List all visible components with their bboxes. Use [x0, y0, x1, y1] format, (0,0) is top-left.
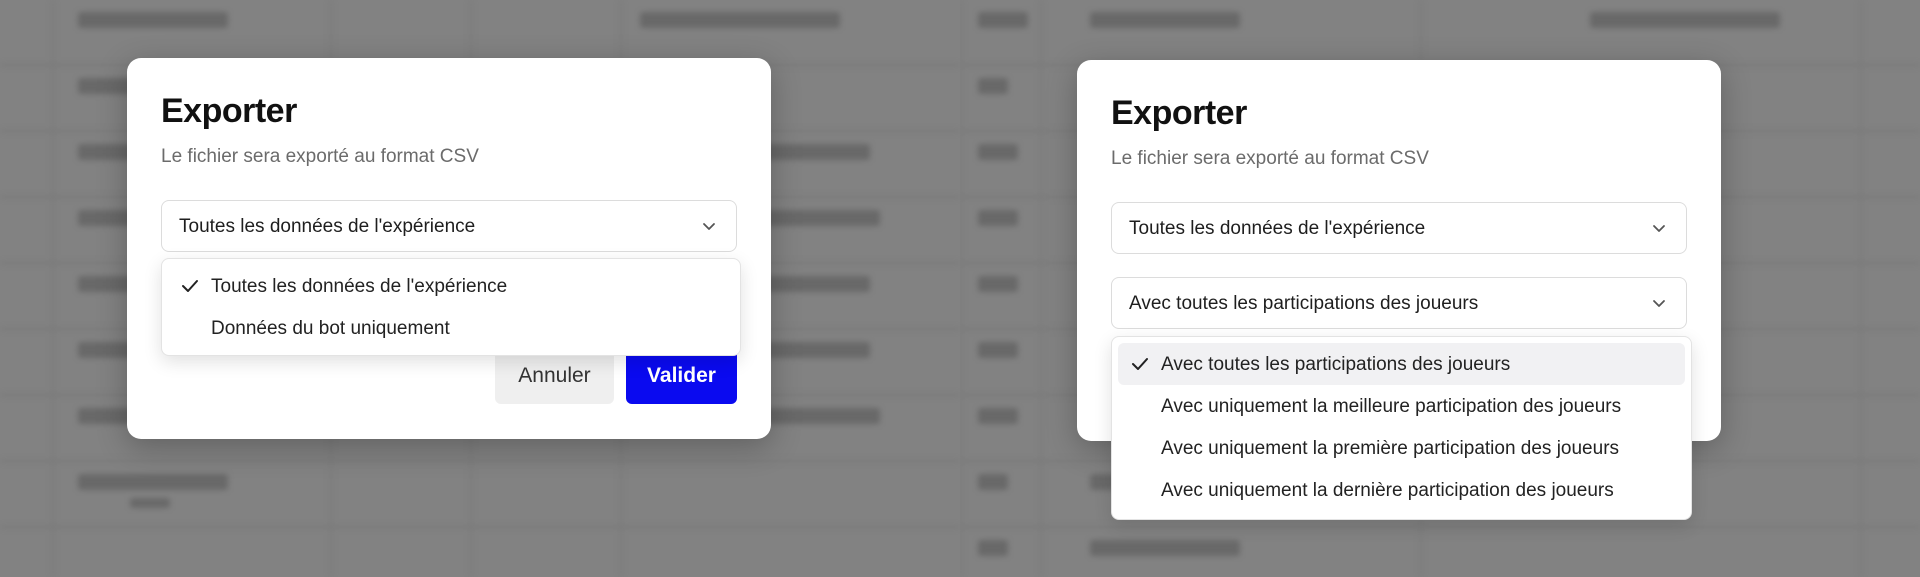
option-label: Avec uniquement la meilleure participati… [1161, 396, 1622, 417]
cancel-button[interactable]: Annuler [495, 348, 614, 404]
option-bot-data[interactable]: Données du bot uniquement [168, 307, 734, 349]
option-label: Avec toutes les participations des joueu… [1161, 354, 1511, 375]
participation-dropdown: Avec toutes les participations des joueu… [1111, 336, 1692, 520]
select-value: Toutes les données de l'expérience [1129, 218, 1426, 239]
select-value: Avec toutes les participations des joueu… [1129, 293, 1479, 314]
option-best-participation[interactable]: Avec uniquement la meilleure participati… [1118, 385, 1685, 427]
option-label: Avec uniquement la première participatio… [1161, 438, 1620, 459]
option-last-participation[interactable]: Avec uniquement la dernière participatio… [1118, 469, 1685, 511]
participation-select[interactable]: Avec toutes les participations des joueu… [1111, 277, 1687, 329]
chevron-down-icon [1653, 300, 1665, 307]
option-all-participations[interactable]: Avec toutes les participations des joueu… [1118, 343, 1685, 385]
dialog-subtitle: Le fichier sera exporté au format CSV [161, 146, 479, 167]
check-icon [1132, 358, 1148, 370]
chevron-down-icon [703, 223, 715, 230]
option-label: Avec uniquement la dernière participatio… [1161, 480, 1614, 501]
data-scope-select[interactable]: Toutes les données de l'expérience [161, 200, 737, 252]
option-label: Toutes les données de l'expérience [211, 276, 508, 297]
data-scope-dropdown: Toutes les données de l'expérience Donné… [161, 258, 741, 356]
dialog-title: Exporter [1111, 94, 1247, 132]
select-value: Toutes les données de l'expérience [179, 216, 476, 237]
option-all-data[interactable]: Toutes les données de l'expérience [168, 265, 734, 307]
dialog-subtitle: Le fichier sera exporté au format CSV [1111, 148, 1429, 169]
check-icon [182, 280, 198, 292]
option-label: Données du bot uniquement [211, 318, 450, 339]
chevron-down-icon [1653, 225, 1665, 232]
export-dialog: Exporter Le fichier sera exporté au form… [127, 58, 771, 439]
data-scope-select[interactable]: Toutes les données de l'expérience [1111, 202, 1687, 254]
validate-button[interactable]: Valider [626, 348, 737, 404]
dialog-title: Exporter [161, 92, 297, 130]
option-first-participation[interactable]: Avec uniquement la première participatio… [1118, 427, 1685, 469]
